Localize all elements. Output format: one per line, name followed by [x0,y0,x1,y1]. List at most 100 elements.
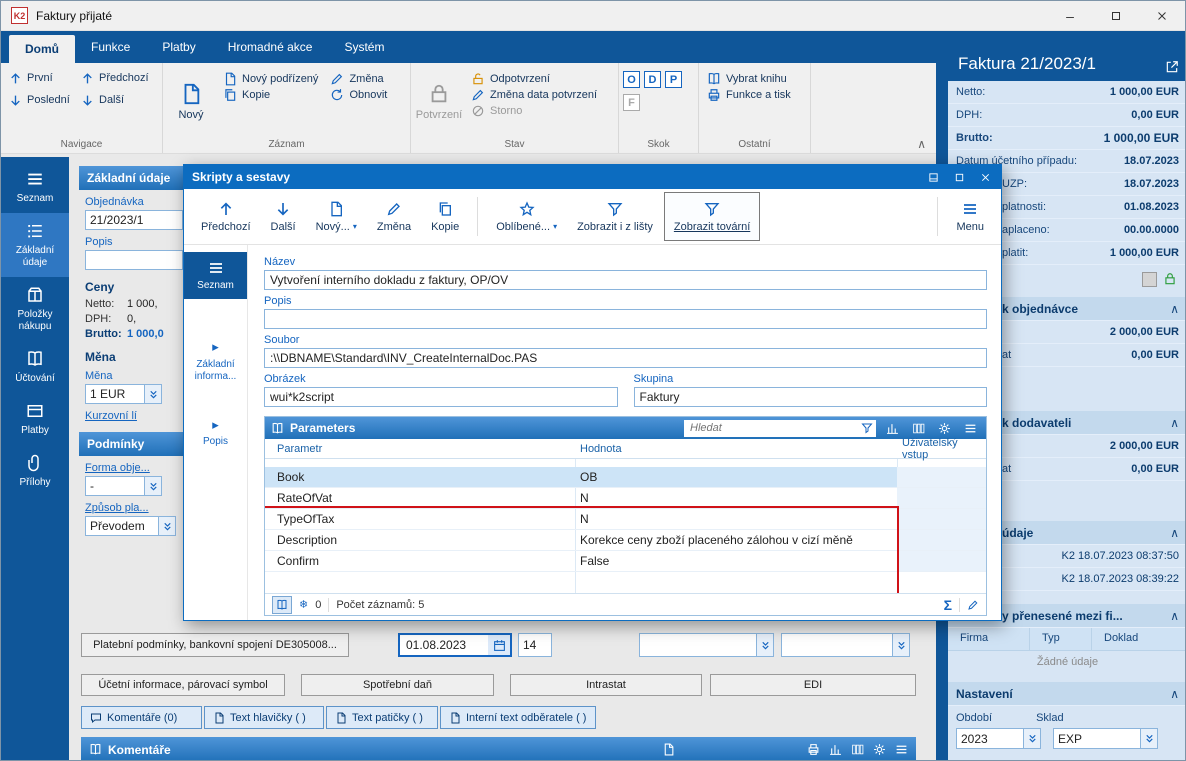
table-row[interactable]: TypeOfTax N [265,509,986,530]
table-row[interactable]: Description Korekce ceny zboží placeného … [265,530,986,551]
period-dropdown-button[interactable] [1024,728,1041,749]
collapse-section-icon[interactable]: ∧ [1170,416,1179,430]
columns-icon[interactable] [851,743,864,756]
dialog-previous-button[interactable]: Předchozí [192,192,260,241]
new-document-icon[interactable] [662,743,675,756]
currency-dropdown-button[interactable] [145,384,162,404]
change-confirm-date-button[interactable]: Změna data potvrzení [467,87,601,103]
sidebar-item-seznam[interactable]: Seznam [1,161,69,213]
pencil-icon[interactable] [967,599,979,611]
calendar-button[interactable] [488,635,510,655]
funnel-icon[interactable] [861,422,873,434]
order-input[interactable] [85,210,183,230]
dialog-new-button[interactable]: Nový... ▾ [307,192,366,241]
tab-domu[interactable]: Domů [9,35,75,63]
tab-header-text[interactable]: Text hlavičky ( ) [204,706,324,729]
dialog-next-button[interactable]: Další [262,192,305,241]
dialog-maximize-button[interactable] [947,167,971,187]
jump-p-button[interactable]: P [665,71,682,88]
copy-button[interactable]: Kopie [219,87,322,103]
order-form-input[interactable] [85,476,145,496]
warehouse-dropdown-button[interactable] [1141,728,1158,749]
show-from-bar-button[interactable]: Zobrazit i z lišty [568,192,662,241]
tab-internal-text[interactable]: Interní text odběratele ( ) [440,706,596,729]
parameters-search-input[interactable] [690,422,861,434]
file-input[interactable] [264,348,987,368]
group-input[interactable] [633,387,987,407]
close-button[interactable] [1139,1,1185,30]
dialog-sidebar-seznam[interactable]: Seznam [184,252,247,299]
dialog-sidebar-zakladni-informace[interactable]: ▸ Základní informa... [184,333,247,389]
jump-o-button[interactable]: O [623,71,640,88]
sidebar-item-prilohy[interactable]: Přílohy [1,445,69,497]
grid-view-toggle[interactable] [272,595,292,614]
last-button[interactable]: Poslední [5,93,77,108]
empty-combo-2-input[interactable] [781,633,893,657]
collapse-section-icon[interactable]: ∧ [1170,687,1179,701]
show-factory-button[interactable]: Zobrazit tovární [663,192,761,241]
confirm-button[interactable]: Potvrzení [415,67,463,137]
sidebar-item-zakladni-udaje[interactable]: Základní údaje [1,213,69,277]
hamburger-icon[interactable] [960,422,980,435]
maximize-button[interactable] [1093,1,1139,30]
tab-footer-text[interactable]: Text patičky ( ) [326,706,438,729]
dialog-menu-button[interactable]: Menu [947,192,993,241]
collapse-ribbon-button[interactable]: ∧ [907,137,936,153]
description-input[interactable] [264,309,987,329]
excise-tax-button[interactable]: Spotřební daň [301,674,494,696]
table-row[interactable]: Confirm False [265,551,986,572]
favorites-button[interactable]: Oblíbené... ▾ [487,192,566,241]
dialog-change-button[interactable]: Změna [368,192,420,241]
column-header-hodnota[interactable]: Hodnota [575,443,897,455]
payment-method-input[interactable] [85,516,159,536]
previous-button[interactable]: Předchozí [77,71,161,86]
empty-combo-1-input[interactable] [639,633,757,657]
minimize-button[interactable]: – [1047,1,1093,30]
collapse-section-icon[interactable]: ∧ [1170,526,1179,540]
collapse-section-icon[interactable]: ∧ [1170,302,1179,316]
new-subordinate-button[interactable]: Nový podřízený [219,71,322,87]
gear-icon[interactable] [934,422,954,435]
tab-hromadne-akce[interactable]: Hromadné akce [212,40,329,63]
currency-input[interactable] [85,384,145,404]
period-input[interactable] [956,728,1024,749]
sidebar-item-platby[interactable]: Platby [1,393,69,445]
sidebar-item-polozky-nakupu[interactable]: Položky nákupu [1,277,69,341]
jump-f-button[interactable]: F [623,94,640,111]
table-row[interactable]: RateOfVat N [265,488,986,509]
description-input[interactable] [85,250,183,270]
dialog-close-button[interactable] [973,167,997,187]
dock-button[interactable] [921,167,945,187]
edi-button[interactable]: EDI [710,674,916,696]
empty-combo-2-dropdown-button[interactable] [893,633,910,657]
tab-system[interactable]: Systém [328,40,400,63]
payment-method-dropdown-button[interactable] [159,516,176,536]
tab-comments[interactable]: Komentáře (0) [81,706,202,729]
table-row[interactable]: Book OB [265,467,986,488]
restore-button[interactable]: Obnovit [326,87,391,103]
payment-terms-button[interactable]: Platební podmínky, bankovní spojení DE30… [81,633,349,657]
functions-print-button[interactable]: Funkce a tisk [703,87,806,103]
open-external-icon[interactable] [1165,60,1179,74]
dialog-sidebar-popis[interactable]: ▸ Popis [184,411,247,455]
name-input[interactable] [264,270,987,290]
jump-d-button[interactable]: D [644,71,661,88]
unconfirm-button[interactable]: Odpotvrzení [467,71,601,87]
column-header-uzivatelsky-vstup[interactable]: Uživatelský vstup [897,437,986,461]
accounting-info-button[interactable]: Účetní informace, párovací symbol [81,674,285,696]
due-date-field[interactable]: 01.08.2023 [398,633,512,657]
printer-icon[interactable] [807,743,820,756]
first-button[interactable]: První [5,71,77,86]
columns-icon[interactable] [908,422,928,435]
dialog-copy-button[interactable]: Kopie [422,192,468,241]
new-button[interactable]: Nový [167,67,215,137]
warehouse-input[interactable] [1053,728,1141,749]
storno-button[interactable]: Storno [467,103,601,119]
sidebar-item-uctovani[interactable]: Účtování [1,341,69,393]
change-button[interactable]: Změna [326,71,391,87]
tab-platby[interactable]: Platby [146,40,211,63]
next-button[interactable]: Další [77,93,161,108]
section-header-nastaveni[interactable]: Nastavení ∧ [948,682,1185,706]
gear-icon[interactable] [873,743,886,756]
image-input[interactable] [264,387,618,407]
